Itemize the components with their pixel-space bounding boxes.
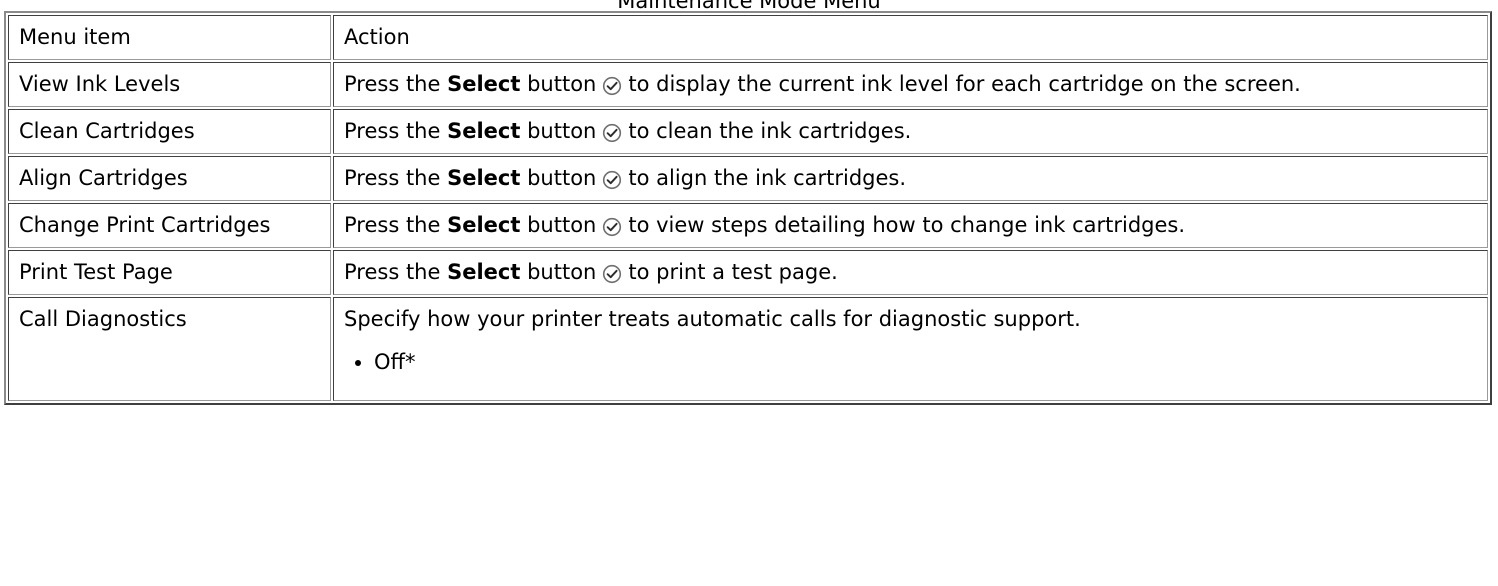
header-action: Action <box>333 15 1488 60</box>
action-text-mid: button <box>527 213 597 237</box>
table-row: Call Diagnostics Specify how your printe… <box>8 297 1488 401</box>
action-text-after: to clean the ink cartridges. <box>628 119 912 143</box>
option-list: Off* <box>344 347 1477 378</box>
action-cell: Press the Select button to display the cu… <box>333 62 1488 107</box>
action-text-before: Press the <box>344 166 441 190</box>
action-cell: Press the Select button to view steps det… <box>333 203 1488 248</box>
action-text-before: Press the <box>344 260 441 284</box>
select-button-icon <box>602 170 622 190</box>
table-row: Clean Cartridges Press the Select button… <box>8 109 1488 154</box>
action-text-before: Press the <box>344 213 441 237</box>
action-text-after: to view steps detailing how to change in… <box>628 213 1186 237</box>
select-label: Select <box>447 119 521 143</box>
menu-item-cell: Clean Cartridges <box>8 109 331 154</box>
menu-item-cell: Change Print Cartridges <box>8 203 331 248</box>
select-button-icon <box>602 264 622 284</box>
maintenance-menu-table: Menu item Action View Ink Levels Press t… <box>4 11 1492 405</box>
action-text-after: to align the ink cartridges. <box>628 166 907 190</box>
select-button-icon <box>602 76 622 96</box>
header-menu-item: Menu item <box>8 15 331 60</box>
select-label: Select <box>447 260 521 284</box>
action-text-mid: button <box>527 119 597 143</box>
action-cell: Press the Select button to clean the ink … <box>333 109 1488 154</box>
action-text-before: Press the <box>344 72 441 96</box>
menu-item-cell: Call Diagnostics <box>8 297 331 401</box>
list-item: Off* <box>374 347 1477 378</box>
action-text-after: to print a test page. <box>628 260 838 284</box>
action-text-after: to display the current ink level for eac… <box>628 72 1301 96</box>
action-text-mid: button <box>527 260 597 284</box>
select-label: Select <box>447 213 521 237</box>
action-text-before: Press the <box>344 119 441 143</box>
select-button-icon <box>602 123 622 143</box>
select-button-icon <box>602 217 622 237</box>
action-cell: Specify how your printer treats automati… <box>333 297 1488 401</box>
menu-item-cell: Align Cartridges <box>8 156 331 201</box>
table-row: Align Cartridges Press the Select button… <box>8 156 1488 201</box>
table-row: Print Test Page Press the Select button t… <box>8 250 1488 295</box>
menu-item-cell: Print Test Page <box>8 250 331 295</box>
action-cell: Press the Select button to print a test p… <box>333 250 1488 295</box>
menu-item-cell: View Ink Levels <box>8 62 331 107</box>
action-text-mid: button <box>527 166 597 190</box>
action-text-mid: button <box>527 72 597 96</box>
action-cell: Press the Select button to align the ink … <box>333 156 1488 201</box>
action-description: Specify how your printer treats automati… <box>344 307 1081 331</box>
select-label: Select <box>447 166 521 190</box>
table-row: Change Print Cartridges Press the Select… <box>8 203 1488 248</box>
table-header-row: Menu item Action <box>8 15 1488 60</box>
select-label: Select <box>447 72 521 96</box>
table-row: View Ink Levels Press the Select button t… <box>8 62 1488 107</box>
